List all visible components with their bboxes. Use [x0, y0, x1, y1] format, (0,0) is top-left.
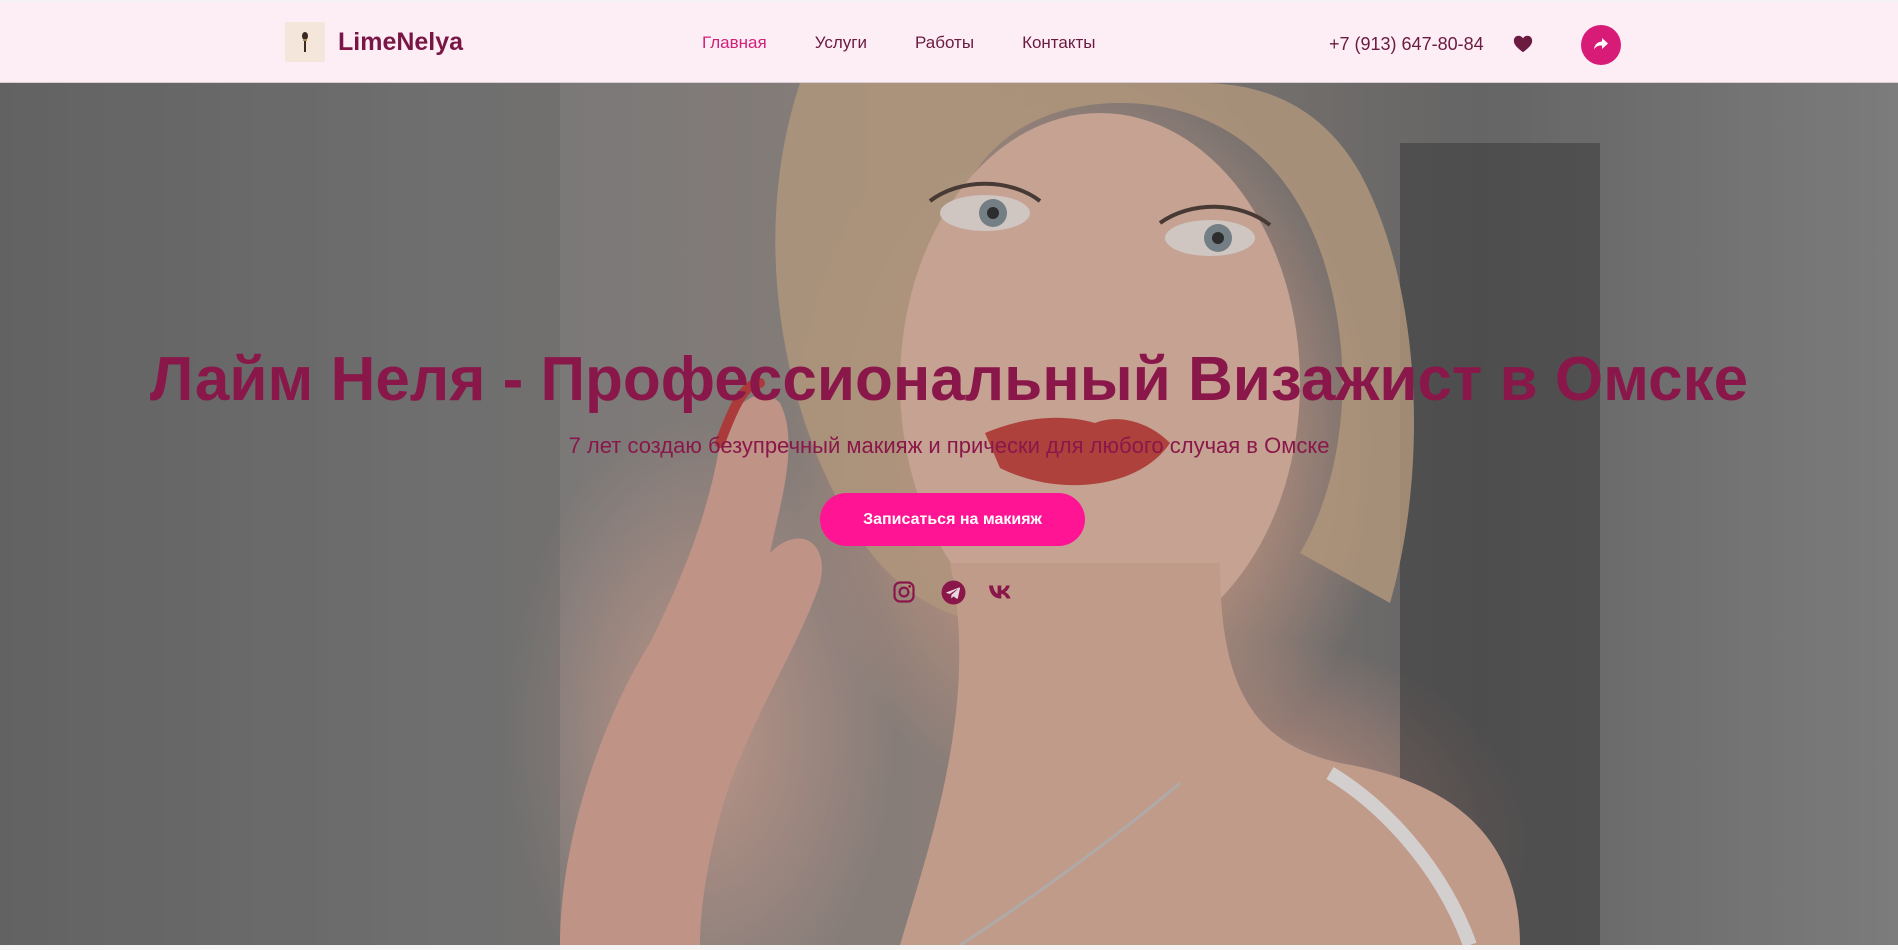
telegram-icon[interactable]: [940, 579, 966, 605]
nav-item-works[interactable]: Работы: [915, 30, 974, 56]
hero-content: Лайм Неля - Профессиональный Визажист в …: [0, 83, 1898, 945]
vk-icon[interactable]: [988, 579, 1014, 605]
hero-title: Лайм Неля - Профессиональный Визажист в …: [149, 345, 1749, 414]
main-nav: Главная Услуги Работы Контакты: [702, 30, 1144, 56]
heart-icon[interactable]: [1512, 33, 1534, 55]
share-button[interactable]: [1581, 25, 1621, 65]
nav-item-home[interactable]: Главная: [702, 30, 767, 56]
site-header: LimeNelya Главная Услуги Работы Контакты…: [0, 2, 1898, 83]
book-makeup-button[interactable]: Записаться на макияж: [820, 493, 1085, 546]
hero-subtitle: 7 лет создаю безупречный макияж и причес…: [568, 433, 1330, 458]
instagram-icon[interactable]: [891, 579, 917, 605]
share-icon: [1593, 37, 1609, 54]
phone-link[interactable]: +7 (913) 647-80-84: [1329, 32, 1484, 56]
logo-text: LimeNelya: [338, 27, 464, 56]
logo-link[interactable]: LimeNelya: [285, 22, 463, 62]
page-bottom-strip: [0, 945, 1898, 950]
hero-section: Лайм Неля - Профессиональный Визажист в …: [0, 83, 1898, 945]
nav-item-services[interactable]: Услуги: [815, 30, 867, 56]
makeup-brush-icon: [285, 22, 325, 62]
page: LimeNelya Главная Услуги Работы Контакты…: [0, 0, 1898, 950]
nav-item-contacts[interactable]: Контакты: [1022, 30, 1095, 56]
